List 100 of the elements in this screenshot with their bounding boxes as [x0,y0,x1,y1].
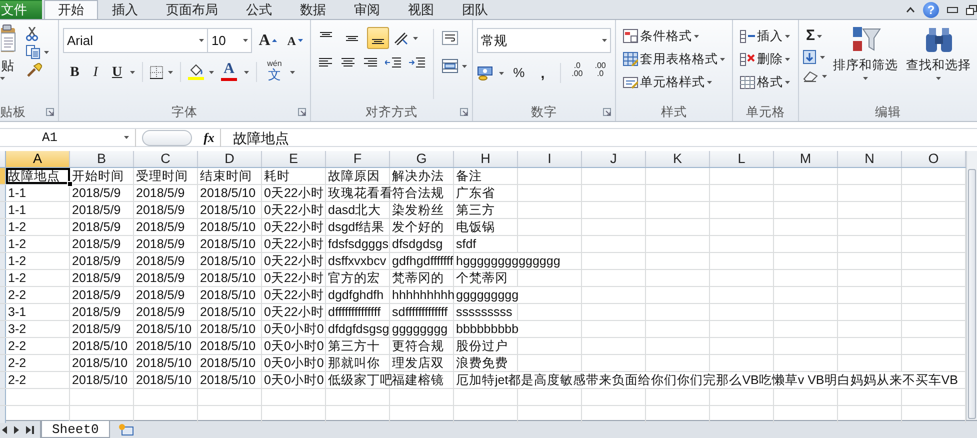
column-header[interactable]: F [326,151,390,167]
ribbon-tab[interactable]: 开始 [44,0,98,19]
fill-handle[interactable] [67,181,73,187]
number-format-field[interactable]: 常规 [477,28,612,53]
name-box[interactable]: A1 [0,128,136,146]
font-size-field[interactable]: 10 [207,28,252,53]
align-left-icon[interactable] [318,57,333,69]
caret-icon[interactable] [124,136,129,139]
grow-font-button[interactable]: A [256,30,280,52]
merge-center-icon[interactable] [442,59,458,73]
caret-icon[interactable] [936,76,941,80]
italic-button[interactable]: I [87,61,104,83]
sort-filter-button[interactable]: 排序和筛选 [831,23,900,104]
decrease-indent-icon[interactable] [384,57,401,69]
autosum-button[interactable]: Σ [803,25,827,47]
caret-icon[interactable] [785,58,790,60]
collapse-ribbon-icon[interactable] [906,6,915,12]
caret-icon[interactable] [242,39,248,42]
dialog-launcher-icon[interactable] [603,108,612,116]
dialog-launcher-icon[interactable] [460,108,468,116]
column-header[interactable]: G [390,151,454,167]
column-header[interactable]: N [838,151,902,167]
increase-indent-icon[interactable] [408,57,425,69]
percent-button[interactable]: % [510,62,528,84]
caret-icon[interactable] [199,39,204,42]
find-select-button[interactable]: 查找和选择 [904,23,973,104]
restore-icon[interactable] [966,4,977,14]
column-header[interactable]: A [6,151,70,167]
dialog-launcher-icon[interactable] [46,108,54,116]
phonetic-guide-button[interactable]: wén 文 [264,59,285,85]
formula-bar-handle[interactable] [142,130,192,146]
minimize-icon[interactable] [947,6,958,12]
column-header[interactable]: H [454,151,518,167]
caret-icon[interactable] [499,72,504,74]
comma-button[interactable]: , [534,62,552,84]
column-header[interactable]: M [774,151,838,167]
ribbon-tab[interactable]: 页面布局 [152,0,232,19]
shrink-font-button[interactable]: A [284,30,306,52]
align-center-icon[interactable] [340,57,355,69]
align-right-icon[interactable] [362,57,377,69]
caret-icon[interactable] [209,70,214,74]
font-name-field[interactable]: Arial [62,28,208,53]
copy-icon[interactable] [26,45,40,59]
caret-icon[interactable] [290,70,295,74]
currency-icon[interactable] [477,65,494,81]
caret-icon[interactable] [785,80,790,84]
styles-menu-button[interactable]: 单元格样式 [620,71,728,93]
caret-icon[interactable] [0,76,5,80]
ribbon-tab[interactable]: 公式 [232,0,286,19]
sheet-tab[interactable]: Sheet0 [41,421,110,438]
fill-color-icon[interactable] [188,64,204,80]
dialog-launcher-icon[interactable] [298,108,306,116]
ribbon-tab[interactable]: 团队 [448,0,502,19]
scissors-icon[interactable] [26,27,38,41]
last-sheet-icon[interactable] [26,426,34,434]
wrap-text-icon[interactable] [442,31,458,45]
align-bottom-button[interactable] [366,27,389,49]
caret-icon[interactable] [168,70,174,74]
caret-icon[interactable] [785,34,790,38]
caret-icon[interactable] [130,70,136,74]
caret-icon[interactable] [694,34,700,38]
file-tab[interactable]: 文件 [0,0,42,19]
caret-icon[interactable] [720,58,726,60]
ribbon-tab[interactable]: 审阅 [340,0,394,19]
caret-icon[interactable] [820,56,825,58]
caret-icon[interactable] [44,50,49,54]
column-header[interactable]: L [710,151,774,167]
vertical-scrollbar[interactable] [966,151,977,420]
caret-icon[interactable] [817,34,822,38]
ribbon-tab[interactable]: 数据 [286,0,340,19]
caret-icon[interactable] [602,39,608,42]
column-header[interactable]: J [582,151,646,167]
column-header[interactable]: C [134,151,198,167]
font-color-button[interactable]: A [219,60,240,84]
caret-icon[interactable] [863,76,868,80]
increase-decimal-button[interactable]: .0 .00 [568,61,586,85]
cells-menu-button[interactable]: 插入 [737,25,794,47]
bold-button[interactable]: B [66,61,82,83]
caret-icon[interactable] [707,80,712,84]
column-header[interactable]: D [198,151,262,167]
text-orientation-icon[interactable] [392,31,409,45]
underline-button[interactable]: U [108,61,126,83]
next-sheet-icon[interactable] [14,426,19,434]
decrease-decimal-button[interactable]: .00 .0 [592,61,609,85]
cells-menu-button[interactable]: 格式 [737,71,794,93]
column-header[interactable]: I [518,151,582,167]
ribbon-tab[interactable]: 视图 [394,0,448,19]
formula-field[interactable]: 故障地点 [220,128,977,146]
ribbon-tab[interactable]: 插入 [98,0,152,19]
column-header[interactable]: E [262,151,326,167]
cells-menu-button[interactable]: 删除 [737,48,794,70]
caret-icon[interactable] [822,74,827,78]
paste-button[interactable]: 贴 [0,23,18,76]
previous-sheet-icon[interactable] [2,426,7,434]
styles-menu-button[interactable]: 套用表格格式 [620,48,728,70]
eraser-icon[interactable] [803,70,818,82]
fill-down-icon[interactable] [803,50,816,64]
caret-icon[interactable] [244,70,250,74]
caret-icon[interactable] [412,36,418,40]
new-sheet-icon[interactable] [118,423,134,436]
